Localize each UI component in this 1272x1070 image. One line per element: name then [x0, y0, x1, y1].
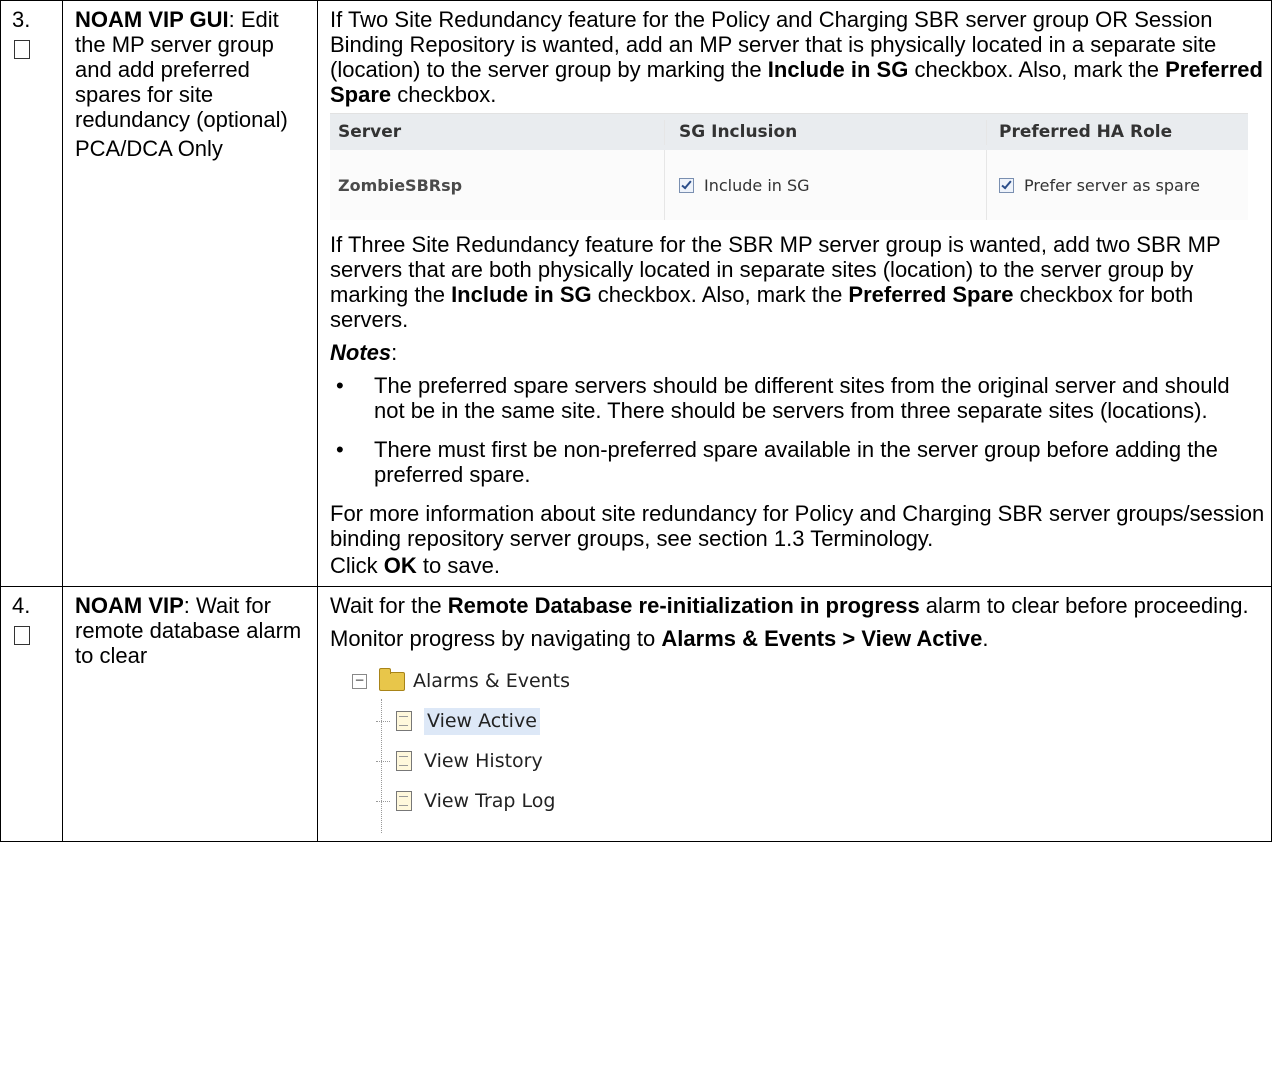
step-title-cell: NOAM VIP: Wait for remote database alarm…: [62, 586, 318, 842]
step-scope: PCA/DCA Only: [75, 136, 223, 161]
step-checkbox[interactable]: [14, 626, 30, 645]
tree-root[interactable]: − Alarms & Events: [352, 661, 1265, 701]
tree-branch: [376, 760, 390, 762]
click-ok-instruction: Click OK to save.: [330, 553, 1265, 578]
step-cell: 4.: [0, 586, 63, 842]
notes-title: Notes: [330, 340, 392, 365]
procedure-row-3: 3. NOAM VIP GUI: Edit the MP server grou…: [0, 0, 1272, 587]
prefer-spare-label: Prefer server as spare: [1024, 175, 1200, 195]
monitor-paragraph: Monitor progress by navigating to Alarms…: [330, 626, 1265, 651]
include-in-sg-label: Include in SG: [704, 175, 810, 195]
text: Monitor progress by navigating to: [330, 626, 662, 651]
bold-text: Remote Database re-initialization in pro…: [447, 593, 920, 618]
step-title-bold: NOAM VIP: [75, 593, 184, 618]
bold-text: OK: [383, 553, 417, 578]
procedure-row-4: 4. NOAM VIP: Wait for remote database al…: [0, 586, 1272, 842]
bold-text: Include in SG: [767, 57, 909, 82]
prefer-spare-checkbox[interactable]: [999, 177, 1014, 193]
text: alarm to clear before proceeding.: [919, 593, 1249, 618]
tree-item-view-active[interactable]: View Active: [352, 701, 1265, 741]
text: checkbox.: [391, 82, 497, 107]
tree-branch: [376, 720, 390, 722]
two-site-paragraph: If Two Site Redundancy feature for the P…: [330, 7, 1265, 107]
page-icon: [396, 711, 412, 731]
more-info-paragraph: For more information about site redundan…: [330, 501, 1265, 551]
column-header-preferred-ha-role: Preferred HA Role: [986, 119, 1248, 145]
column-header-sg-inclusion: SG Inclusion: [664, 119, 986, 145]
step-body-cell: If Two Site Redundancy feature for the P…: [317, 0, 1272, 587]
server-group-screenshot: Server SG Inclusion Preferred HA Role Zo…: [330, 113, 1248, 220]
tree-item-label: View History: [424, 749, 543, 772]
collapse-icon[interactable]: −: [352, 673, 367, 689]
include-in-sg-checkbox[interactable]: [679, 177, 694, 193]
list-item: The preferred spare servers should be di…: [330, 373, 1265, 423]
step-title-bold: NOAM VIP GUI: [75, 7, 229, 32]
server-name: ZombieSBRsp: [338, 175, 463, 195]
step-body-cell: Wait for the Remote Database re-initiali…: [317, 586, 1272, 842]
wait-paragraph: Wait for the Remote Database re-initiali…: [330, 593, 1265, 618]
folder-icon: [379, 667, 405, 691]
text: Click: [330, 553, 384, 578]
column-header-server: Server: [338, 121, 402, 142]
tree-item-label: View Trap Log: [424, 789, 556, 812]
step-title-cell: NOAM VIP GUI: Edit the MP server group a…: [62, 0, 318, 587]
tree-item-view-history[interactable]: View History: [352, 741, 1265, 781]
text: .: [982, 626, 989, 651]
tree-item-label: View Active: [424, 707, 540, 735]
bold-text: Alarms & Events > View Active: [661, 626, 983, 651]
notes-list: The preferred spare servers should be di…: [330, 373, 1265, 487]
page-icon: [396, 791, 412, 811]
table-row: ZombieSBRsp Include in SG Prefer server …: [330, 150, 1248, 220]
text: checkbox. Also, mark the: [908, 57, 1166, 82]
sg-table-header: Server SG Inclusion Preferred HA Role: [330, 113, 1248, 150]
preferred-role-cell: Prefer server as spare: [986, 150, 1248, 220]
text: checkbox. Also, mark the: [591, 282, 849, 307]
tree-item-view-trap-log[interactable]: View Trap Log: [352, 781, 1265, 821]
step-cell: 3.: [0, 0, 63, 587]
step-number: 4.: [12, 593, 31, 618]
step-checkbox[interactable]: [14, 40, 30, 59]
step-number: 3.: [12, 7, 31, 32]
three-site-paragraph: If Three Site Redundancy feature for the…: [330, 232, 1265, 332]
procedure-table: 3. NOAM VIP GUI: Edit the MP server grou…: [0, 0, 1272, 842]
sg-inclusion-cell: Include in SG: [664, 150, 986, 220]
tree-branch: [376, 800, 390, 802]
page-icon: [396, 751, 412, 771]
bold-text: Preferred Spare: [848, 282, 1014, 307]
bold-text: Include in SG: [451, 282, 592, 307]
tree-root-label: Alarms & Events: [413, 669, 571, 692]
text: Wait for the: [330, 593, 448, 618]
list-item: There must first be non-preferred spare …: [330, 437, 1265, 487]
tree-connector: [381, 699, 382, 833]
text: to save.: [416, 553, 500, 578]
notes-heading: Notes:: [330, 340, 398, 365]
navigation-tree-screenshot: − Alarms & Events View Active View Histo…: [352, 661, 1265, 833]
